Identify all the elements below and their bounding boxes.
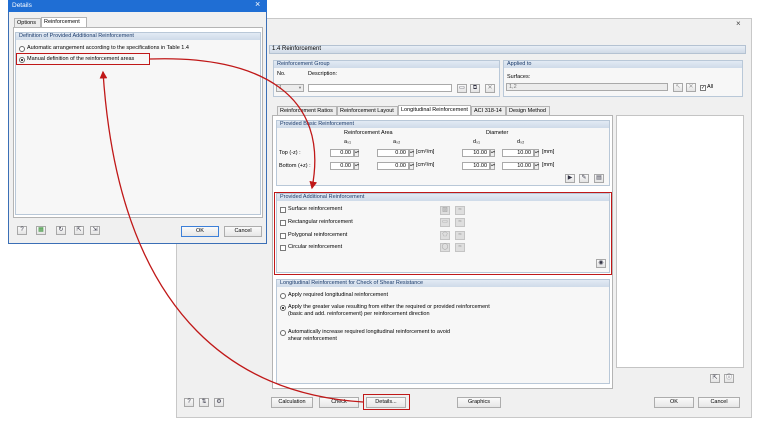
arrow-manual-to-additional <box>149 58 318 190</box>
arrow-details-to-manual <box>99 70 364 403</box>
annotation-arrows <box>99 58 364 403</box>
